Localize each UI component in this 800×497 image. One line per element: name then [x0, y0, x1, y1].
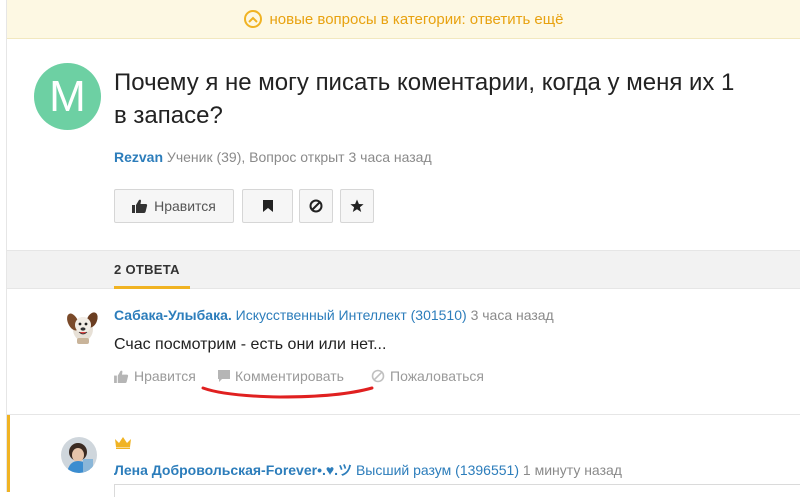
- answer-text: Счас посмотрим - есть они или нет...: [114, 336, 387, 353]
- answer2-time: 1 минуту назад: [522, 462, 622, 478]
- best-answer-marker: [7, 415, 10, 492]
- answer2-meta: Лена Добровольская-Forever•.♥.ツ Высший р…: [114, 460, 622, 480]
- question-meta-text: Ученик (39), Вопрос открыт 3 часа назад: [166, 149, 432, 165]
- banner-text[interactable]: новые вопросы в категории: ответить ещё: [270, 11, 564, 28]
- answer-like-button[interactable]: Нравится: [114, 368, 196, 384]
- like-button-label: Нравится: [154, 198, 216, 214]
- answer-author-rank[interactable]: Искусственный Интеллект (301510): [236, 307, 467, 323]
- answers-tab-bar: 2 ОТВЕТА: [7, 250, 800, 289]
- answer-author-link[interactable]: Сабака-Улыбака.: [114, 307, 232, 323]
- report-label: Пожаловаться: [390, 368, 485, 384]
- new-questions-banner[interactable]: новые вопросы в категории: ответить ещё: [7, 0, 800, 39]
- answer2-author-link[interactable]: Лена Добровольская-Forever•.♥.ツ: [114, 462, 352, 478]
- ban-icon: [371, 369, 385, 383]
- thumbs-up-icon: [114, 370, 129, 383]
- answer2-content-box: [114, 484, 800, 497]
- answer2-author-avatar[interactable]: [61, 437, 97, 473]
- comment-icon: [218, 370, 230, 382]
- answers-count-tab[interactable]: 2 ОТВЕТА: [114, 262, 180, 277]
- star-icon: [350, 199, 364, 212]
- ban-icon: [309, 199, 323, 213]
- question-author-avatar[interactable]: M: [34, 63, 101, 130]
- thumbs-up-icon: [132, 199, 148, 213]
- question-author-link[interactable]: Rezvan: [114, 149, 163, 165]
- question-meta: Rezvan Ученик (39), Вопрос открыт 3 часа…: [114, 149, 432, 165]
- question-title-line1: Почему я не могу писать коментарии, когд…: [114, 69, 735, 96]
- bookmark-icon: [262, 200, 273, 212]
- answer-meta: Сабака-Улыбака. Искусственный Интеллект …: [114, 307, 554, 323]
- question-title-line2: в запасе?: [114, 102, 223, 129]
- answer-author-avatar[interactable]: [62, 305, 102, 345]
- chevron-up-icon: [243, 10, 262, 28]
- avatar-letter: M: [49, 71, 86, 121]
- favorite-button[interactable]: [340, 189, 374, 223]
- crown-icon: [115, 437, 131, 449]
- bookmark-button[interactable]: [242, 189, 293, 223]
- red-underline-annotation: [201, 386, 374, 399]
- answers-tab-underline: [114, 286, 190, 289]
- answer2-author-rank[interactable]: Высший разум (1396551): [356, 462, 519, 478]
- block-button[interactable]: [299, 189, 333, 223]
- answer-time: 3 часа назад: [470, 307, 554, 323]
- report-button[interactable]: Пожаловаться: [371, 368, 484, 384]
- answer-like-label: Нравится: [134, 368, 196, 384]
- like-button[interactable]: Нравится: [114, 189, 234, 223]
- answer-separator: [7, 414, 800, 415]
- question-title: Почему я не могу писать коментарии, когд…: [114, 66, 800, 132]
